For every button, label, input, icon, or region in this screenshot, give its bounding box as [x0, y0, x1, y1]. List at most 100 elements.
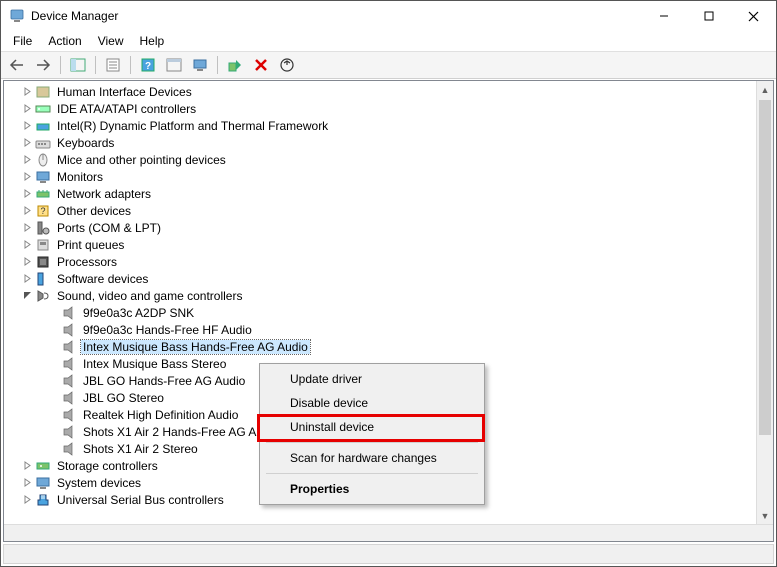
- uninstall-device-button[interactable]: [249, 54, 273, 76]
- toolbar: ?: [1, 51, 776, 79]
- tree-category-label: Human Interface Devices: [55, 85, 194, 99]
- tree-device-label: 9f9e0a3c A2DP SNK: [81, 306, 196, 320]
- expand-arrow-icon[interactable]: [22, 172, 33, 181]
- scrollbar-thumb[interactable]: [759, 100, 771, 435]
- show-hide-console-button[interactable]: [66, 54, 90, 76]
- tree-category[interactable]: Processors: [4, 253, 756, 270]
- context-update-driver[interactable]: Update driver: [262, 367, 482, 391]
- back-button[interactable]: [5, 54, 29, 76]
- collapse-arrow-icon[interactable]: [22, 291, 33, 300]
- close-button[interactable]: [731, 1, 776, 31]
- tree-category-label: Storage controllers: [55, 459, 160, 473]
- scan-hardware-button[interactable]: [188, 54, 212, 76]
- tree-category[interactable]: ?Other devices: [4, 202, 756, 219]
- expand-arrow-icon[interactable]: [22, 189, 33, 198]
- speaker-icon: [61, 356, 77, 372]
- tree-device[interactable]: 9f9e0a3c A2DP SNK: [4, 304, 756, 321]
- tree-category[interactable]: Mice and other pointing devices: [4, 151, 756, 168]
- context-separator: [266, 473, 478, 474]
- speaker-icon: [61, 390, 77, 406]
- tree-device[interactable]: Intex Musique Bass Hands-Free AG Audio: [4, 338, 756, 355]
- expand-arrow-icon[interactable]: [22, 257, 33, 266]
- help-button[interactable]: ?: [136, 54, 160, 76]
- expand-arrow-icon[interactable]: [22, 138, 33, 147]
- tree-category[interactable]: Print queues: [4, 236, 756, 253]
- tree-device[interactable]: 9f9e0a3c Hands-Free HF Audio: [4, 321, 756, 338]
- update-driver-button[interactable]: [275, 54, 299, 76]
- expand-arrow-icon[interactable]: [22, 495, 33, 504]
- tree-category-label: Universal Serial Bus controllers: [55, 493, 226, 507]
- expand-arrow-icon[interactable]: [22, 223, 33, 232]
- category-icon: [35, 186, 51, 202]
- tree-device-label: Intex Musique Bass Hands-Free AG Audio: [81, 340, 310, 354]
- tree-category[interactable]: Software devices: [4, 270, 756, 287]
- tree-category[interactable]: Monitors: [4, 168, 756, 185]
- expand-arrow-icon[interactable]: [22, 104, 33, 113]
- category-icon: [35, 237, 51, 253]
- category-icon: [35, 271, 51, 287]
- tree-category-label: Ports (COM & LPT): [55, 221, 163, 235]
- scroll-down-arrow[interactable]: ▼: [757, 507, 773, 524]
- tree-category-label: IDE ATA/ATAPI controllers: [55, 102, 198, 116]
- expand-arrow-icon[interactable]: [22, 240, 33, 249]
- menu-view[interactable]: View: [90, 32, 132, 50]
- tree-category[interactable]: Intel(R) Dynamic Platform and Thermal Fr…: [4, 117, 756, 134]
- tree-category-label: Mice and other pointing devices: [55, 153, 228, 167]
- toolbar-icon[interactable]: [162, 54, 186, 76]
- expand-arrow-icon[interactable]: [22, 478, 33, 487]
- expand-arrow-icon[interactable]: [22, 121, 33, 130]
- scroll-up-arrow[interactable]: ▲: [757, 81, 773, 98]
- context-uninstall-device[interactable]: Uninstall device: [262, 415, 482, 439]
- titlebar: Device Manager: [1, 1, 776, 31]
- tree-category[interactable]: Human Interface Devices: [4, 83, 756, 100]
- context-scan-hardware[interactable]: Scan for hardware changes: [262, 446, 482, 470]
- tree-category[interactable]: Keyboards: [4, 134, 756, 151]
- speaker-icon: [61, 407, 77, 423]
- category-icon: [35, 169, 51, 185]
- expand-arrow-icon[interactable]: [22, 155, 33, 164]
- category-icon: [35, 254, 51, 270]
- properties-button[interactable]: [101, 54, 125, 76]
- category-icon: [35, 288, 51, 304]
- maximize-button[interactable]: [686, 1, 731, 31]
- speaker-icon: [61, 322, 77, 338]
- device-manager-icon: [9, 8, 25, 24]
- toolbar-separator: [130, 56, 131, 74]
- expand-arrow-icon[interactable]: [22, 87, 33, 96]
- category-icon: [35, 492, 51, 508]
- vertical-scrollbar[interactable]: ▲ ▼: [756, 81, 773, 524]
- expand-arrow-icon[interactable]: [22, 274, 33, 283]
- tree-category[interactable]: IDE ATA/ATAPI controllers: [4, 100, 756, 117]
- speaker-icon: [61, 441, 77, 457]
- speaker-icon: [61, 373, 77, 389]
- tree-category[interactable]: Ports (COM & LPT): [4, 219, 756, 236]
- toolbar-separator: [95, 56, 96, 74]
- tree-category-label: Intel(R) Dynamic Platform and Thermal Fr…: [55, 119, 330, 133]
- speaker-icon: [61, 305, 77, 321]
- menu-file[interactable]: File: [5, 32, 40, 50]
- forward-button[interactable]: [31, 54, 55, 76]
- category-icon: [35, 152, 51, 168]
- tree-category[interactable]: Sound, video and game controllers: [4, 287, 756, 304]
- tree-category-label: System devices: [55, 476, 143, 490]
- expand-arrow-icon[interactable]: [22, 461, 33, 470]
- menubar: File Action View Help: [1, 31, 776, 51]
- tree-category[interactable]: Network adapters: [4, 185, 756, 202]
- tree-category-label: Keyboards: [55, 136, 116, 150]
- tree-category-label: Network adapters: [55, 187, 153, 201]
- enable-device-button[interactable]: [223, 54, 247, 76]
- context-properties[interactable]: Properties: [262, 477, 482, 501]
- category-icon: [35, 118, 51, 134]
- minimize-button[interactable]: [641, 1, 686, 31]
- context-disable-device[interactable]: Disable device: [262, 391, 482, 415]
- menu-action[interactable]: Action: [40, 32, 89, 50]
- tree-device-label: Intex Musique Bass Stereo: [81, 357, 228, 371]
- menu-help[interactable]: Help: [132, 32, 173, 50]
- statusbar: [3, 544, 774, 564]
- context-separator: [266, 442, 478, 443]
- expand-arrow-icon[interactable]: [22, 206, 33, 215]
- tree-device-label: Shots X1 Air 2 Stereo: [81, 442, 200, 456]
- window-controls: [641, 1, 776, 31]
- svg-text:?: ?: [40, 206, 45, 216]
- tree-category-label: Software devices: [55, 272, 150, 286]
